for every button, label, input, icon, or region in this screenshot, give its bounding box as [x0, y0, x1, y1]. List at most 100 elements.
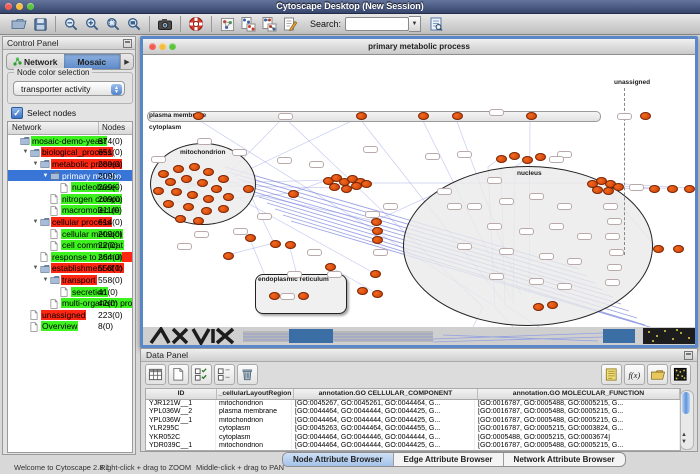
zoom-in-icon[interactable] [83, 15, 101, 33]
gene-node[interactable] [270, 240, 281, 248]
disclosure-triangle-icon[interactable]: ▼ [32, 265, 39, 271]
node-color-attribute-select[interactable]: transporter activity ▲▼ [13, 81, 125, 96]
function-builder-icon[interactable]: f(x) [624, 364, 645, 385]
gene-node[interactable] [223, 193, 234, 201]
gene-node[interactable] [371, 218, 382, 226]
gene-node[interactable] [269, 292, 280, 300]
tree-row-nucleobase-[interactable]: nucleobase-209(0) [8, 181, 132, 193]
gene-node[interactable] [684, 185, 695, 193]
gene-node[interactable] [673, 245, 684, 253]
table-cell[interactable]: [GO:0016787, GO:0005488, GO:0005215, G..… [475, 400, 680, 408]
gene-node[interactable] [372, 227, 383, 235]
table-cell[interactable]: [GO:0016787, GO:0005215, GO:0003824, G..… [475, 425, 680, 433]
gene-node[interactable] [218, 175, 229, 183]
gene-node[interactable] [165, 178, 176, 186]
gene-node[interactable] [243, 185, 254, 193]
scrollbar-thumb[interactable] [682, 392, 690, 414]
tree-row-mosaic-demo-yeast[interactable]: mosaic-demo-yeast874(0) [8, 135, 132, 147]
tree-row-establishment-of-lo[interactable]: ▼establishment of lo558(0) [8, 263, 132, 275]
unselect-attributes-icon[interactable] [214, 364, 235, 385]
gene-node[interactable] [189, 163, 200, 171]
tree-row-nitrogen-compo[interactable]: nitrogen compo209(0) [8, 193, 132, 205]
gene-node[interactable] [175, 215, 186, 223]
tab-overflow-arrow-icon[interactable]: ▶ [120, 54, 133, 69]
search-index-icon[interactable] [427, 15, 445, 33]
gene-node[interactable] [372, 236, 383, 244]
gene-node[interactable] [197, 179, 208, 187]
gene-node[interactable] [201, 207, 212, 215]
select-attributes-icon[interactable] [191, 364, 212, 385]
gene-node[interactable] [357, 287, 368, 295]
search-dropdown-arrow-icon[interactable]: ▼ [409, 16, 421, 32]
tree-row-cellular-process[interactable]: ▼cellular process614(0) [8, 216, 132, 228]
new-network-from-selected-nodes-icon[interactable] [239, 15, 257, 33]
gene-node[interactable] [163, 200, 174, 208]
open-folder-icon[interactable] [10, 15, 28, 33]
zoom-out-icon[interactable] [62, 15, 80, 33]
attribute-table-icon[interactable] [145, 364, 166, 385]
column-header[interactable]: annotation.GO CELLULAR_COMPONENT [294, 389, 478, 399]
zoom-selected-icon[interactable] [104, 15, 122, 33]
tab-network[interactable]: Network [7, 54, 64, 69]
gene-node[interactable] [158, 170, 169, 178]
gene-node[interactable] [496, 155, 507, 163]
gene-node[interactable] [372, 290, 383, 298]
tree-row-response-to-stimul[interactable]: response to stimul264(0) [8, 251, 132, 263]
table-cell[interactable]: YKR052C [146, 434, 216, 442]
tree-row-primary-metabo[interactable]: ▼primary metabo209(... [8, 170, 132, 182]
disclosure-triangle-icon[interactable]: ▼ [32, 161, 39, 167]
table-cell[interactable]: cytoplasm [216, 434, 292, 442]
float-panel-icon[interactable] [684, 351, 693, 360]
gene-node[interactable] [173, 165, 184, 173]
search-input[interactable] [345, 17, 409, 31]
disclosure-triangle-icon[interactable]: ▼ [32, 219, 39, 225]
disclosure-triangle-icon[interactable]: ▼ [42, 173, 49, 179]
gene-node[interactable] [285, 241, 296, 249]
table-cell[interactable]: plasma membrane [216, 408, 292, 416]
table-cell[interactable]: [GO:0016787, GO:0005488, GO:0005215, G..… [475, 442, 680, 450]
table-cell[interactable]: YJR121W__1 [146, 400, 216, 408]
table-cell[interactable]: [GO:0045267, GO:0045261, GO:0044464, G..… [292, 400, 475, 408]
gene-node[interactable] [535, 153, 546, 161]
gene-node[interactable] [533, 303, 544, 311]
table-cell[interactable]: YDR039C__1 [146, 442, 216, 450]
table-cell[interactable]: [GO:0044464, GO:0044444, GO:0044425, G..… [292, 442, 475, 450]
gene-node[interactable] [370, 270, 381, 278]
column-header[interactable]: annotation.GO MOLECULAR_FUNCTION [478, 389, 680, 399]
gene-node[interactable] [522, 156, 533, 164]
tab-mosaic[interactable]: Mosaic [64, 54, 121, 69]
table-cell[interactable]: cytoplasm [216, 425, 292, 433]
gene-node[interactable] [361, 180, 372, 188]
tree-row-multi-organism-pro[interactable]: multi-organism pro42(0) [8, 297, 132, 309]
tree-row-cell-communicat[interactable]: cell communicat22(0) [8, 239, 132, 251]
table-row[interactable]: YJR121W__1mitochondrion[GO:0045267, GO:0… [146, 400, 680, 408]
gene-node[interactable] [325, 263, 336, 271]
table-cell[interactable]: mitochondrion [216, 400, 292, 408]
table-cell[interactable]: [GO:0045263, GO:0044464, GO:0044455, G..… [292, 425, 475, 433]
network-zoom-button[interactable] [169, 43, 176, 50]
import-attributes-icon[interactable] [647, 364, 668, 385]
table-row[interactable]: YKR052Ccytoplasm[GO:0044464, GO:0044446,… [146, 434, 680, 442]
network-overview-icon[interactable] [218, 15, 236, 33]
gene-node[interactable] [509, 152, 520, 160]
gene-node[interactable] [193, 112, 204, 120]
tree-row-unassigned[interactable]: unassigned223(0) [8, 309, 132, 321]
gene-node[interactable] [181, 175, 192, 183]
table-cell[interactable]: mitochondrion [216, 417, 292, 425]
tree-row-transport[interactable]: ▼transport558(0) [8, 274, 132, 286]
table-cell[interactable]: [GO:0016787, GO:0005488, GO:0005215, G..… [475, 417, 680, 425]
gene-node[interactable] [418, 112, 429, 120]
table-row[interactable]: YLR295Ccytoplasm[GO:0045263, GO:0044464,… [146, 425, 680, 433]
gene-node[interactable] [613, 183, 624, 191]
gene-node[interactable] [153, 187, 164, 195]
tree-row-secretion[interactable]: secretion41(0) [8, 286, 132, 298]
gene-node[interactable] [187, 191, 198, 199]
table-row[interactable]: YPL036W__1mitochondrion[GO:0044464, GO:0… [146, 417, 680, 425]
gene-node[interactable] [245, 234, 256, 242]
table-cell[interactable]: [GO:0016787, GO:0005488, GO:0005215, G..… [475, 408, 680, 416]
new-attribute-icon[interactable] [168, 364, 189, 385]
tree-column-nodes[interactable]: Nodes [99, 122, 132, 134]
gene-node[interactable] [171, 188, 182, 196]
network-window-title-bar[interactable]: primary metabolic process [143, 39, 695, 55]
column-header[interactable]: ID [146, 389, 217, 399]
